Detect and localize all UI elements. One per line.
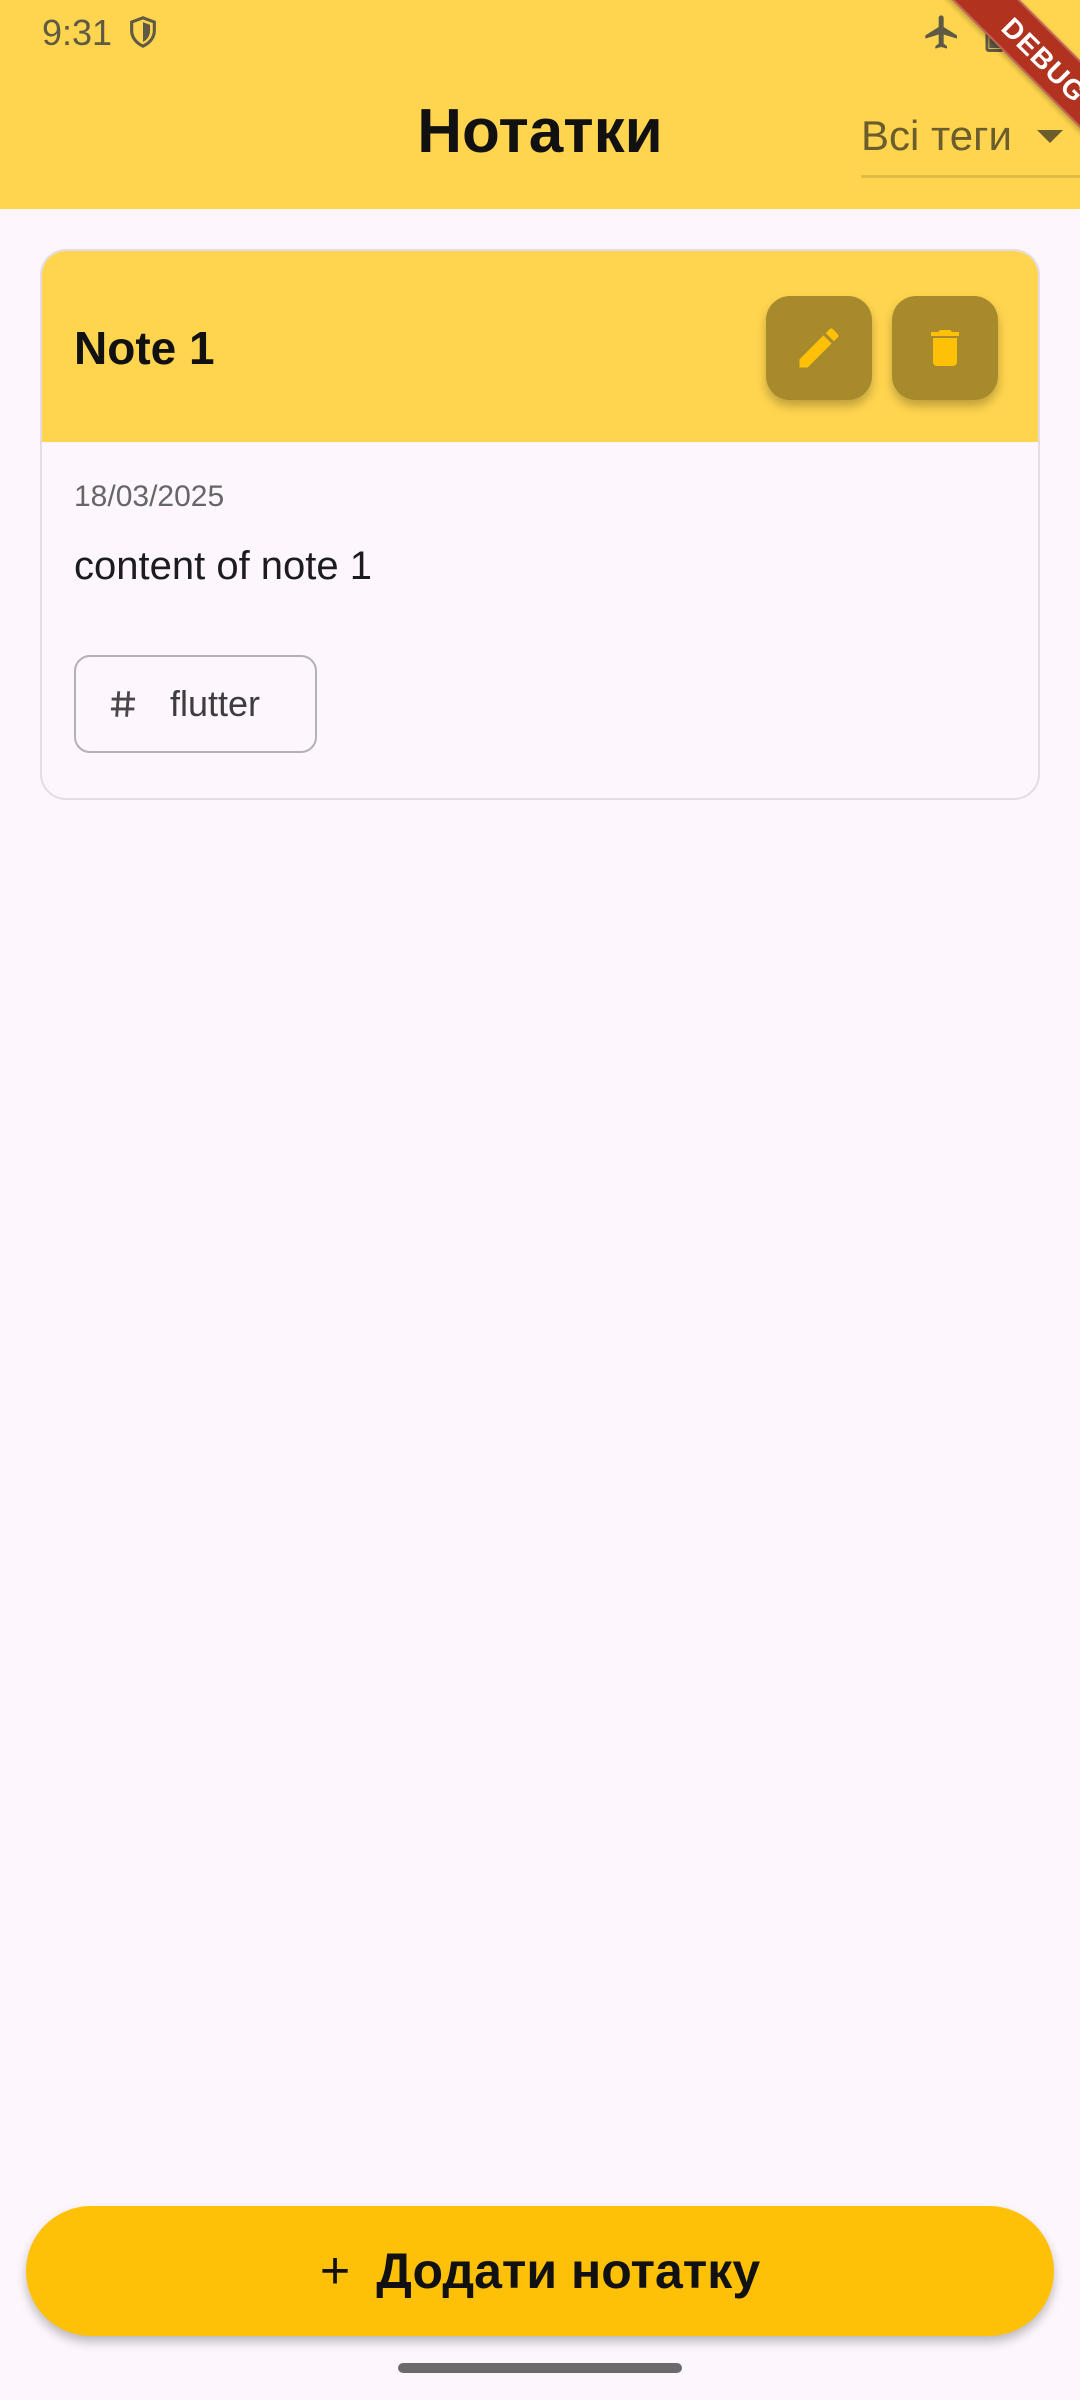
tag-label: flutter [170,683,261,724]
plus-icon: + [319,2242,351,2300]
delete-note-button[interactable] [892,296,998,400]
edit-note-button[interactable] [766,296,872,400]
trash-icon [931,330,959,366]
note-content: content of note 1 [74,544,373,588]
pencil-icon [799,328,839,368]
note-date: 18/03/2025 [74,480,225,513]
dropdown-caret-icon [1037,130,1063,143]
add-note-button[interactable]: + Додати нотатку [26,2206,1054,2336]
tag-filter-label: Всі теги [861,112,1012,159]
tag-chip[interactable]: flutter [74,655,317,753]
note-card[interactable]: Note 1 18/03/2025 content of note 1 flut… [40,249,1040,800]
hashtag-icon [110,691,136,717]
app-bar: 9:31 Нотатки Всі теги [0,0,1080,209]
notes-screen: 9:31 Нотатки Всі теги DEBUG Note 1 18/03… [0,0,1080,2400]
airplane-mode-icon [925,15,957,49]
note-title: Note 1 [74,322,215,374]
shield-icon [130,16,156,48]
status-time: 9:31 [42,12,113,53]
home-indicator[interactable] [398,2363,682,2373]
tag-filter-dropdown[interactable]: Всі теги [861,108,1080,178]
note-header: Note 1 [42,251,1038,442]
add-note-label: Додати нотатку [376,2243,761,2299]
